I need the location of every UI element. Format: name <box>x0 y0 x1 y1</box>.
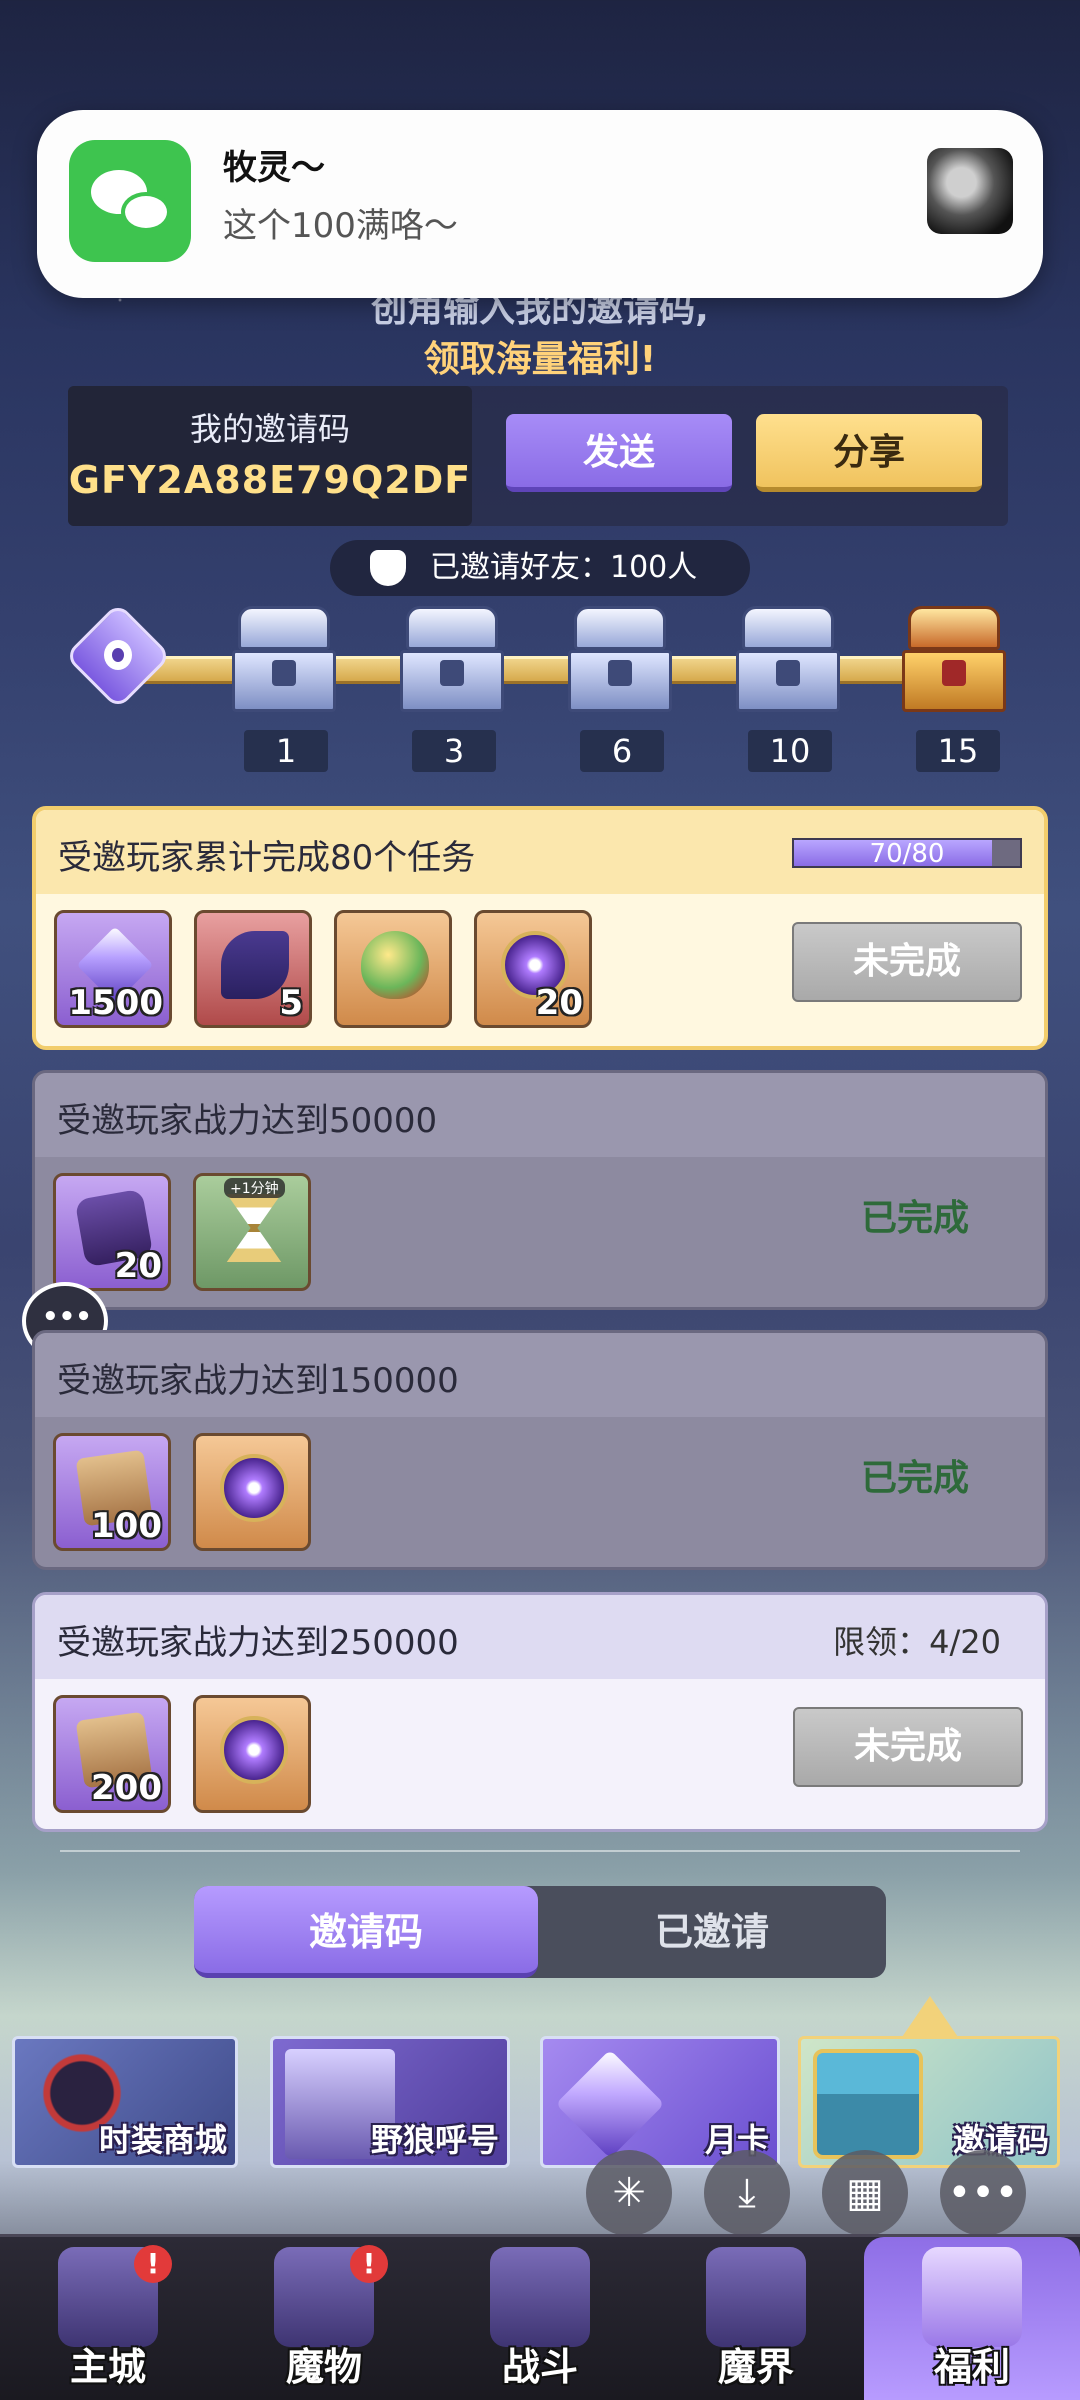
reward-qty: 20 <box>114 1246 162 1286</box>
hourglass-icon <box>226 1194 282 1262</box>
task-title: 受邀玩家累计完成80个任务 <box>58 838 476 878</box>
reward-item[interactable]: 20 <box>474 910 592 1028</box>
reward-item[interactable] <box>193 1695 311 1813</box>
grid-icon[interactable]: ▦ <box>822 2150 908 2236</box>
reward-qty: 5 <box>279 983 303 1023</box>
reward-item[interactable] <box>334 910 452 1028</box>
incomplete-button[interactable]: 未完成 <box>792 922 1022 1002</box>
nav-label: 战斗 <box>501 2345 578 2389</box>
share-button[interactable]: 分享 <box>756 414 982 492</box>
milestone-label: 1 <box>244 730 328 772</box>
invite-tabs: 邀请码 已邀请 <box>194 1886 886 1978</box>
invite-hint-line2: 领取海量福利! <box>423 339 657 380</box>
invited-count-pill: 已邀请好友：100人 <box>330 540 750 596</box>
pinwheel-icon[interactable]: ✳ <box>586 2150 672 2236</box>
reward-item[interactable]: +1分钟 <box>193 1173 311 1291</box>
nav-monsters[interactable]: ! 魔物 <box>216 2237 432 2400</box>
milestone-chest-1[interactable] <box>232 606 336 718</box>
bottom-nav: ! 主城 ! 魔物 战斗 魔界 福利 <box>0 2234 1080 2400</box>
task-progress-bar: 70/80 <box>792 838 1022 868</box>
banner-label: 野狼呼号 <box>370 2121 499 2159</box>
task-card: 受邀玩家战力达到50000 20 +1分钟 已完成 <box>32 1070 1048 1310</box>
reward-qty: 100 <box>91 1506 162 1546</box>
task-card: 受邀玩家战力达到150000 100 已完成 <box>32 1330 1048 1570</box>
nav-label: 魔物 <box>285 2345 362 2389</box>
reward-badge: +1分钟 <box>224 1178 285 1198</box>
reward-item[interactable]: 5 <box>194 910 312 1028</box>
banner-invite-code[interactable]: 邀请码 <box>798 2036 1060 2168</box>
reward-item[interactable]: 20 <box>53 1173 171 1291</box>
notification-message: 这个100满咯～ <box>223 206 458 246</box>
nav-label: 魔界 <box>717 2345 794 2389</box>
invite-code-box: 我的邀请码 GFY2A88E79Q2DF <box>68 386 472 526</box>
completed-status: 已完成 <box>860 1458 969 1499</box>
cat-icon <box>370 550 406 586</box>
selected-arrow-icon <box>900 1996 960 2040</box>
milestone-label: 3 <box>412 730 496 772</box>
nav-label: 福利 <box>933 2345 1010 2389</box>
milestone-label: 15 <box>916 730 1000 772</box>
banner-monthly-card[interactable]: 月卡 <box>540 2036 780 2168</box>
alert-badge: ! <box>134 2245 172 2283</box>
nav-demon-realm[interactable]: 魔界 <box>648 2237 864 2400</box>
reward-item[interactable]: 200 <box>53 1695 171 1813</box>
task-title: 受邀玩家战力达到250000 <box>57 1623 459 1663</box>
send-button[interactable]: 发送 <box>506 414 732 492</box>
incomplete-button[interactable]: 未完成 <box>793 1707 1023 1787</box>
alert-badge: ! <box>350 2245 388 2283</box>
task-card: 受邀玩家战力达到250000 限领：4/20 200 未完成 <box>32 1592 1048 1832</box>
invite-code-panel: 我的邀请码 GFY2A88E79Q2DF 发送 分享 <box>68 386 1008 526</box>
reward-qty: 1500 <box>68 983 163 1023</box>
notification-avatar <box>927 148 1013 234</box>
nav-label: 主城 <box>69 2345 146 2389</box>
download-icon[interactable]: ⤓ <box>704 2150 790 2236</box>
milestone-label: 6 <box>580 730 664 772</box>
nav-welfare[interactable]: 福利 <box>864 2237 1080 2400</box>
reward-item[interactable] <box>193 1433 311 1551</box>
task-title: 受邀玩家战力达到150000 <box>57 1361 459 1401</box>
invited-count-text: 已邀请好友：100人 <box>430 550 698 585</box>
notification-title: 牧灵～ <box>223 148 325 188</box>
wechat-icon <box>69 140 191 262</box>
eye-gem-icon <box>60 600 172 710</box>
wechat-notification[interactable]: 牧灵～ 这个100满咯～ <box>37 110 1043 298</box>
milestone-chest-10[interactable] <box>736 606 840 718</box>
reward-item[interactable]: 1500 <box>54 910 172 1028</box>
nav-battle[interactable]: 战斗 <box>432 2237 648 2400</box>
more-icon[interactable]: ••• <box>940 2150 1026 2236</box>
invite-code-value[interactable]: GFY2A88E79Q2DF <box>68 458 472 502</box>
task-title: 受邀玩家战力达到50000 <box>57 1101 438 1141</box>
orb-icon <box>220 1716 288 1784</box>
tab-invite-code[interactable]: 邀请码 <box>194 1886 538 1978</box>
shield-sword-icon <box>490 2247 590 2347</box>
demon-realm-icon <box>706 2247 806 2347</box>
milestone-label: 10 <box>748 730 832 772</box>
tab-invited[interactable]: 已邀请 <box>540 1886 884 1978</box>
reward-item[interactable]: 100 <box>53 1433 171 1551</box>
milestone-chest-3[interactable] <box>400 606 504 718</box>
task-progress-text: 70/80 <box>869 839 945 869</box>
milestone-chest-15[interactable] <box>902 606 1006 718</box>
milestone-chest-6[interactable] <box>568 606 672 718</box>
claim-limit: 限领：4/20 <box>833 1623 1001 1661</box>
reward-qty: 20 <box>535 983 583 1023</box>
task-card: 受邀玩家累计完成80个任务 70/80 1500 5 20 未完成 <box>32 806 1048 1050</box>
banner-fashion-shop[interactable]: 时装商城 <box>12 2036 238 2168</box>
treasure-icon <box>922 2247 1022 2347</box>
banner-label: 时装商城 <box>98 2121 227 2159</box>
gift-box-art-icon <box>813 2049 923 2159</box>
nav-main-city[interactable]: ! 主城 <box>0 2237 216 2400</box>
divider <box>60 1850 1020 1852</box>
banner-wolf-call[interactable]: 野狼呼号 <box>270 2036 510 2168</box>
crystal-card-art-icon <box>555 2049 665 2159</box>
orb-icon <box>220 1454 288 1522</box>
egg-icon <box>361 931 429 999</box>
completed-status: 已完成 <box>860 1198 969 1239</box>
reward-qty: 200 <box>91 1768 162 1808</box>
invite-code-label: 我的邀请码 <box>189 410 350 448</box>
